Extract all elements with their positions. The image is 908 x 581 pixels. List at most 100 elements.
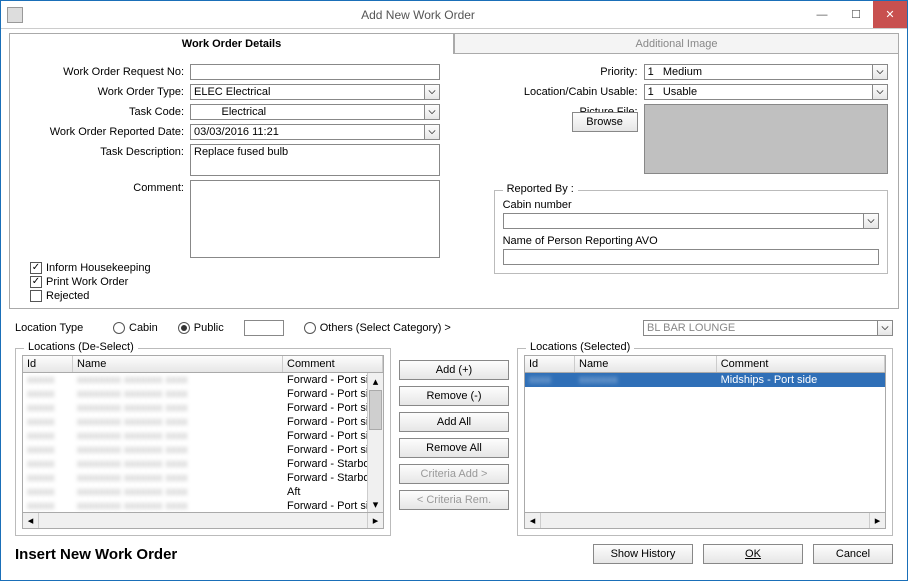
location-type-row: Location Type Cabin Public Others (Selec…: [1, 314, 907, 342]
scroll-right-icon[interactable]: ▸: [869, 513, 885, 528]
radio-public[interactable]: Public: [178, 322, 224, 334]
tab-bar: Work Order Details Additional Image: [9, 33, 899, 54]
radio-icon: [113, 322, 125, 334]
chevron-down-icon[interactable]: [877, 320, 893, 336]
chevron-down-icon[interactable]: [424, 84, 440, 100]
scroll-left-icon[interactable]: ◂: [525, 513, 541, 528]
scroll-up-icon[interactable]: ▴: [368, 373, 383, 389]
col-id[interactable]: Id: [525, 356, 575, 372]
col-name[interactable]: Name: [73, 356, 283, 372]
check-icon: [30, 276, 42, 288]
label-type: Work Order Type:: [20, 84, 190, 98]
browse-button[interactable]: Browse: [572, 112, 638, 132]
scroll-thumb[interactable]: [369, 390, 382, 430]
textarea-task-desc[interactable]: Replace fused bulb: [190, 144, 440, 176]
legend-deselect: Locations (De-Select): [24, 341, 138, 353]
add-button[interactable]: Add (+): [399, 360, 509, 380]
col-comment[interactable]: Comment: [717, 356, 885, 372]
table-row[interactable]: xxxxxxxxxxxxx xxxxxxx xxxxForward - Port…: [23, 401, 383, 415]
select-type[interactable]: [190, 84, 440, 100]
show-history-button[interactable]: Show History: [593, 544, 693, 564]
select-priority[interactable]: [644, 64, 888, 80]
chevron-down-icon[interactable]: [863, 213, 879, 229]
col-id[interactable]: Id: [23, 356, 73, 372]
input-public-code[interactable]: [244, 320, 284, 336]
select-type-value[interactable]: [190, 84, 424, 100]
maximize-button[interactable]: ☐: [839, 1, 873, 28]
checkbox-rejected[interactable]: Rejected: [30, 290, 474, 302]
minimize-button[interactable]: —: [805, 1, 839, 28]
table-row[interactable]: xxxxxxxxxxxxx xxxxxxx xxxxForward - Port…: [23, 443, 383, 457]
radio-public-label: Public: [194, 322, 224, 334]
select-location-category-value[interactable]: [643, 320, 877, 336]
radio-icon: [178, 322, 190, 334]
checkbox-rejected-label: Rejected: [46, 290, 89, 302]
radio-others[interactable]: Others (Select Category) >: [304, 322, 451, 334]
criteria-remove-button: < Criteria Rem.: [399, 490, 509, 510]
list-body-selected[interactable]: xxxxxxxxxxxMidships - Port side: [524, 373, 886, 513]
select-location-category[interactable]: [643, 320, 893, 336]
footer-heading: Insert New Work Order: [15, 546, 583, 563]
chevron-down-icon[interactable]: [872, 64, 888, 80]
select-task-code[interactable]: [190, 104, 440, 120]
ok-button[interactable]: OK: [703, 544, 803, 564]
select-priority-value[interactable]: [644, 64, 872, 80]
remove-button[interactable]: Remove (-): [399, 386, 509, 406]
table-row[interactable]: xxxxxxxxxxxxx xxxxxxx xxxxForward - Port…: [23, 387, 383, 401]
chevron-down-icon[interactable]: [872, 84, 888, 100]
list-header-deselect: Id Name Comment: [22, 355, 384, 373]
table-row[interactable]: xxxxxxxxxxxxx xxxxxxx xxxxAft: [23, 485, 383, 499]
radio-cabin-label: Cabin: [129, 322, 158, 334]
table-row[interactable]: xxxxxxxxxxxMidships - Port side: [525, 373, 885, 387]
table-row[interactable]: xxxxxxxxxxxxx xxxxxxx xxxxForward - Port…: [23, 373, 383, 387]
scrollbar-vertical[interactable]: ▴ ▾: [367, 373, 383, 512]
input-person-reporting[interactable]: [503, 249, 879, 265]
criteria-add-button: Criteria Add >: [399, 464, 509, 484]
table-row[interactable]: xxxxxxxxxxxxx xxxxxxx xxxxForward - Port…: [23, 499, 383, 513]
label-reported-date: Work Order Reported Date:: [20, 124, 190, 138]
scroll-left-icon[interactable]: ◂: [23, 513, 39, 528]
input-reported-date[interactable]: [190, 124, 440, 140]
add-all-button[interactable]: Add All: [399, 412, 509, 432]
main-panel: Work Order Request No: Work Order Type: …: [9, 53, 899, 309]
scrollbar-horizontal[interactable]: ◂ ▸: [524, 513, 886, 529]
label-location-type: Location Type: [15, 322, 105, 334]
radio-icon: [304, 322, 316, 334]
table-row[interactable]: xxxxxxxxxxxxx xxxxxxx xxxxForward - Star…: [23, 471, 383, 485]
select-task-code-value[interactable]: [190, 104, 424, 120]
footer: Insert New Work Order Show History OK Ca…: [1, 536, 907, 572]
table-row[interactable]: xxxxxxxxxxxxx xxxxxxx xxxxForward - Star…: [23, 457, 383, 471]
scrollbar-horizontal[interactable]: ◂ ▸: [22, 513, 384, 529]
chevron-down-icon[interactable]: [424, 124, 440, 140]
label-task-desc: Task Description:: [20, 144, 190, 158]
cancel-button[interactable]: Cancel: [813, 544, 893, 564]
scroll-right-icon[interactable]: ▸: [367, 513, 383, 528]
input-request-no[interactable]: [190, 64, 440, 80]
tab-work-order-details[interactable]: Work Order Details: [9, 33, 454, 54]
select-cabin-value[interactable]: [503, 213, 863, 229]
titlebar: Add New Work Order — ☐ ✕: [1, 1, 907, 29]
select-usable-value[interactable]: [644, 84, 872, 100]
check-icon: [30, 290, 42, 302]
remove-all-button[interactable]: Remove All: [399, 438, 509, 458]
close-button[interactable]: ✕: [873, 1, 907, 28]
scroll-down-icon[interactable]: ▾: [368, 496, 383, 512]
fieldset-reported-by: Reported By : Cabin number Name of Perso…: [494, 190, 888, 274]
col-name[interactable]: Name: [575, 356, 717, 372]
table-row[interactable]: xxxxxxxxxxxxx xxxxxxx xxxxForward - Port…: [23, 415, 383, 429]
label-request-no: Work Order Request No:: [20, 64, 190, 78]
list-body-deselect[interactable]: xxxxxxxxxxxxx xxxxxxx xxxxForward - Port…: [22, 373, 384, 513]
col-comment[interactable]: Comment: [283, 356, 383, 372]
checkbox-inform-label: Inform Housekeeping: [46, 262, 151, 274]
checkbox-inform-housekeeping[interactable]: Inform Housekeeping: [30, 262, 474, 274]
chevron-down-icon[interactable]: [424, 104, 440, 120]
select-usable[interactable]: [644, 84, 888, 100]
label-priority: Priority:: [494, 64, 644, 78]
select-cabin-number[interactable]: [503, 213, 879, 229]
radio-cabin[interactable]: Cabin: [113, 322, 158, 334]
checkbox-print-work-order[interactable]: Print Work Order: [30, 276, 474, 288]
table-row[interactable]: xxxxxxxxxxxxx xxxxxxx xxxxForward - Port…: [23, 429, 383, 443]
tab-additional-image[interactable]: Additional Image: [454, 33, 899, 54]
textarea-comment[interactable]: [190, 180, 440, 258]
input-reported-date-value[interactable]: [190, 124, 424, 140]
